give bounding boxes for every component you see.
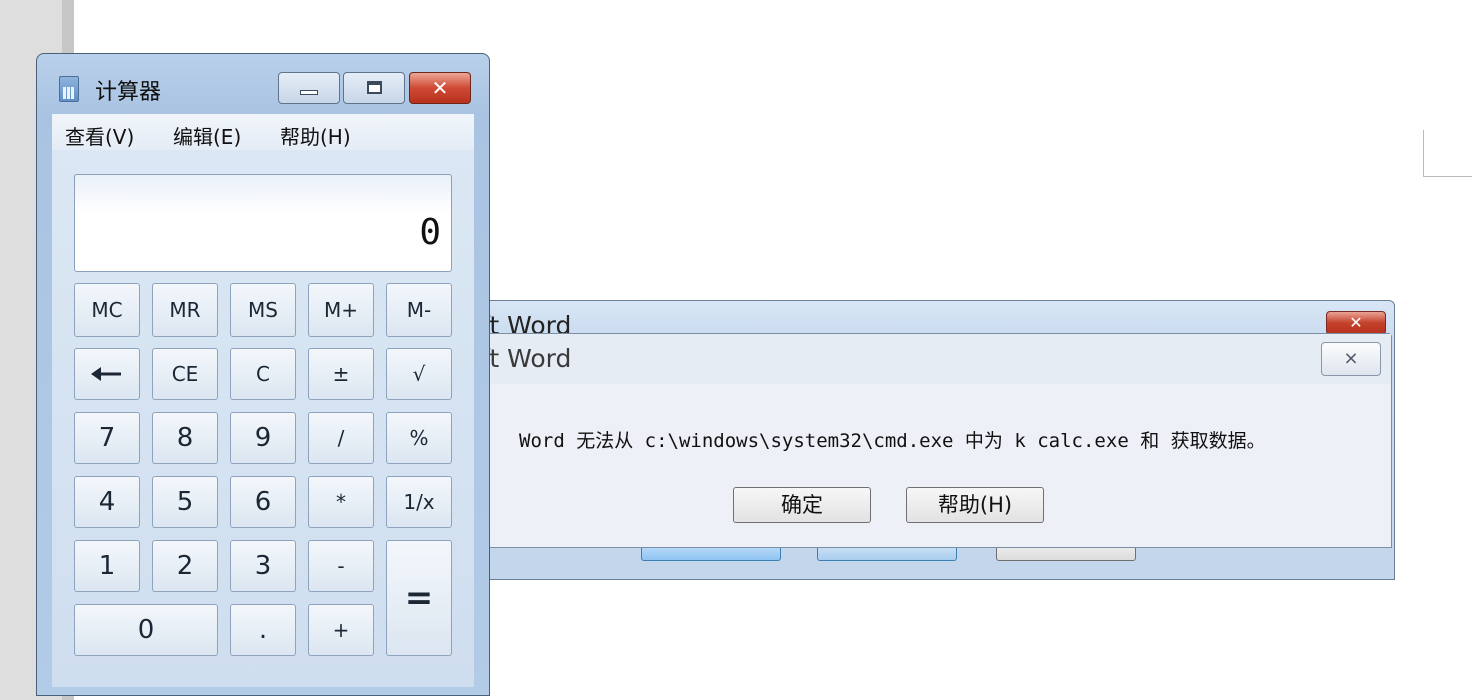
m-plus-button[interactable]: M+ <box>308 283 374 337</box>
arrow-left-icon <box>91 367 121 381</box>
sqrt-button[interactable]: √ <box>386 348 452 400</box>
decimal-button[interactable]: . <box>230 604 296 656</box>
mc-button[interactable]: MC <box>74 283 140 337</box>
digit-4-button[interactable]: 4 <box>74 476 140 528</box>
error-dialog-title: ft Word <box>481 344 572 373</box>
close-button[interactable]: ✕ <box>409 72 471 104</box>
percent-button[interactable]: % <box>386 412 452 464</box>
minus-button[interactable]: - <box>308 540 374 592</box>
digit-3-button[interactable]: 3 <box>230 540 296 592</box>
display-value: 0 <box>419 212 441 253</box>
calculator-display: 0 <box>74 174 452 272</box>
digit-8-button[interactable]: 8 <box>152 412 218 464</box>
background-dialog-close-button[interactable]: ✕ <box>1326 311 1386 335</box>
menu-help[interactable]: 帮助(H) <box>280 121 351 150</box>
multiply-button[interactable]: * <box>308 476 374 528</box>
error-dialog-titlebar[interactable]: ft Word ⨯ <box>471 334 1391 384</box>
menu-bar: 查看(V) 编辑(E) 帮助(H) <box>52 114 474 150</box>
backspace-button[interactable] <box>74 348 140 400</box>
digit-9-button[interactable]: 9 <box>230 412 296 464</box>
minimize-button[interactable] <box>278 72 340 104</box>
plus-button[interactable]: + <box>308 604 374 656</box>
calculator-icon <box>59 76 79 102</box>
calculator-title: 计算器 <box>95 80 162 105</box>
digit-2-button[interactable]: 2 <box>152 540 218 592</box>
error-dialog-close-button[interactable]: ⨯ <box>1321 342 1381 376</box>
ms-button[interactable]: MS <box>230 283 296 337</box>
calculator-window: 计算器 ✕ 查看(V) 编辑(E) 帮助(H) 0 MC MR MS M+ M-… <box>36 53 490 696</box>
ce-button[interactable]: CE <box>152 348 218 400</box>
digit-0-button[interactable]: 0 <box>74 604 218 656</box>
digit-5-button[interactable]: 5 <box>152 476 218 528</box>
maximize-button[interactable] <box>343 72 405 104</box>
plus-minus-button[interactable]: ± <box>308 348 374 400</box>
word-error-dialog: ft Word ⨯ Word 无法从 c:\windows\system32\c… <box>470 333 1392 548</box>
divide-button[interactable]: / <box>308 412 374 464</box>
c-button[interactable]: C <box>230 348 296 400</box>
mr-button[interactable]: MR <box>152 283 218 337</box>
calculator-body: 0 MC MR MS M+ M- CE C ± √ 7 8 9 / % 4 5 … <box>52 150 474 687</box>
menu-view[interactable]: 查看(V) <box>65 121 134 150</box>
digit-7-button[interactable]: 7 <box>74 412 140 464</box>
digit-1-button[interactable]: 1 <box>74 540 140 592</box>
help-button[interactable]: 帮助(H) <box>906 487 1044 523</box>
menu-edit[interactable]: 编辑(E) <box>173 121 241 150</box>
ok-button[interactable]: 确定 <box>733 487 871 523</box>
equals-button[interactable]: = <box>386 540 452 656</box>
reciprocal-button[interactable]: 1/x <box>386 476 452 528</box>
digit-6-button[interactable]: 6 <box>230 476 296 528</box>
error-message: Word 无法从 c:\windows\system32\cmd.exe 中为 … <box>519 430 1266 452</box>
m-minus-button[interactable]: M- <box>386 283 452 337</box>
document-corner-mark <box>1423 130 1472 177</box>
